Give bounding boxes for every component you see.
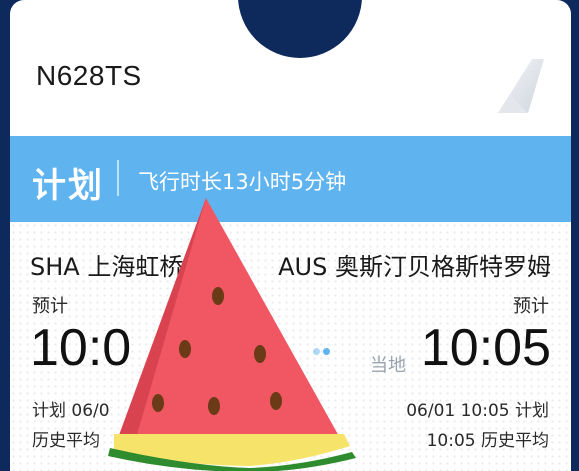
local-time-label: 当地 bbox=[370, 355, 406, 376]
watermelon-seed bbox=[212, 287, 224, 305]
departure-history: 历史平均 bbox=[32, 431, 100, 451]
watermelon-sticker-icon bbox=[108, 198, 356, 471]
tail-number: N628TS bbox=[36, 60, 142, 91]
watermelon-seed bbox=[270, 392, 282, 410]
card-notch bbox=[238, 0, 362, 58]
watermelon-seed bbox=[152, 394, 164, 412]
arrival-history: 10:05 历史平均 bbox=[426, 431, 549, 451]
airline-tail-logo-icon bbox=[498, 59, 544, 113]
flight-status: 计划 bbox=[32, 166, 104, 206]
departure-plan: 计划 06/0 bbox=[32, 401, 110, 421]
watermelon-seed bbox=[208, 397, 220, 415]
departure-estimate-label: 预计 bbox=[32, 296, 68, 317]
arrival-plan: 06/01 10:05 计划 bbox=[406, 401, 549, 421]
arrival-time: 10:05 bbox=[420, 319, 551, 377]
watermelon-seed bbox=[254, 345, 266, 363]
arrival-estimate-label: 预计 bbox=[513, 296, 549, 317]
watermelon-flesh bbox=[118, 198, 340, 438]
watermelon-seed bbox=[179, 340, 191, 358]
